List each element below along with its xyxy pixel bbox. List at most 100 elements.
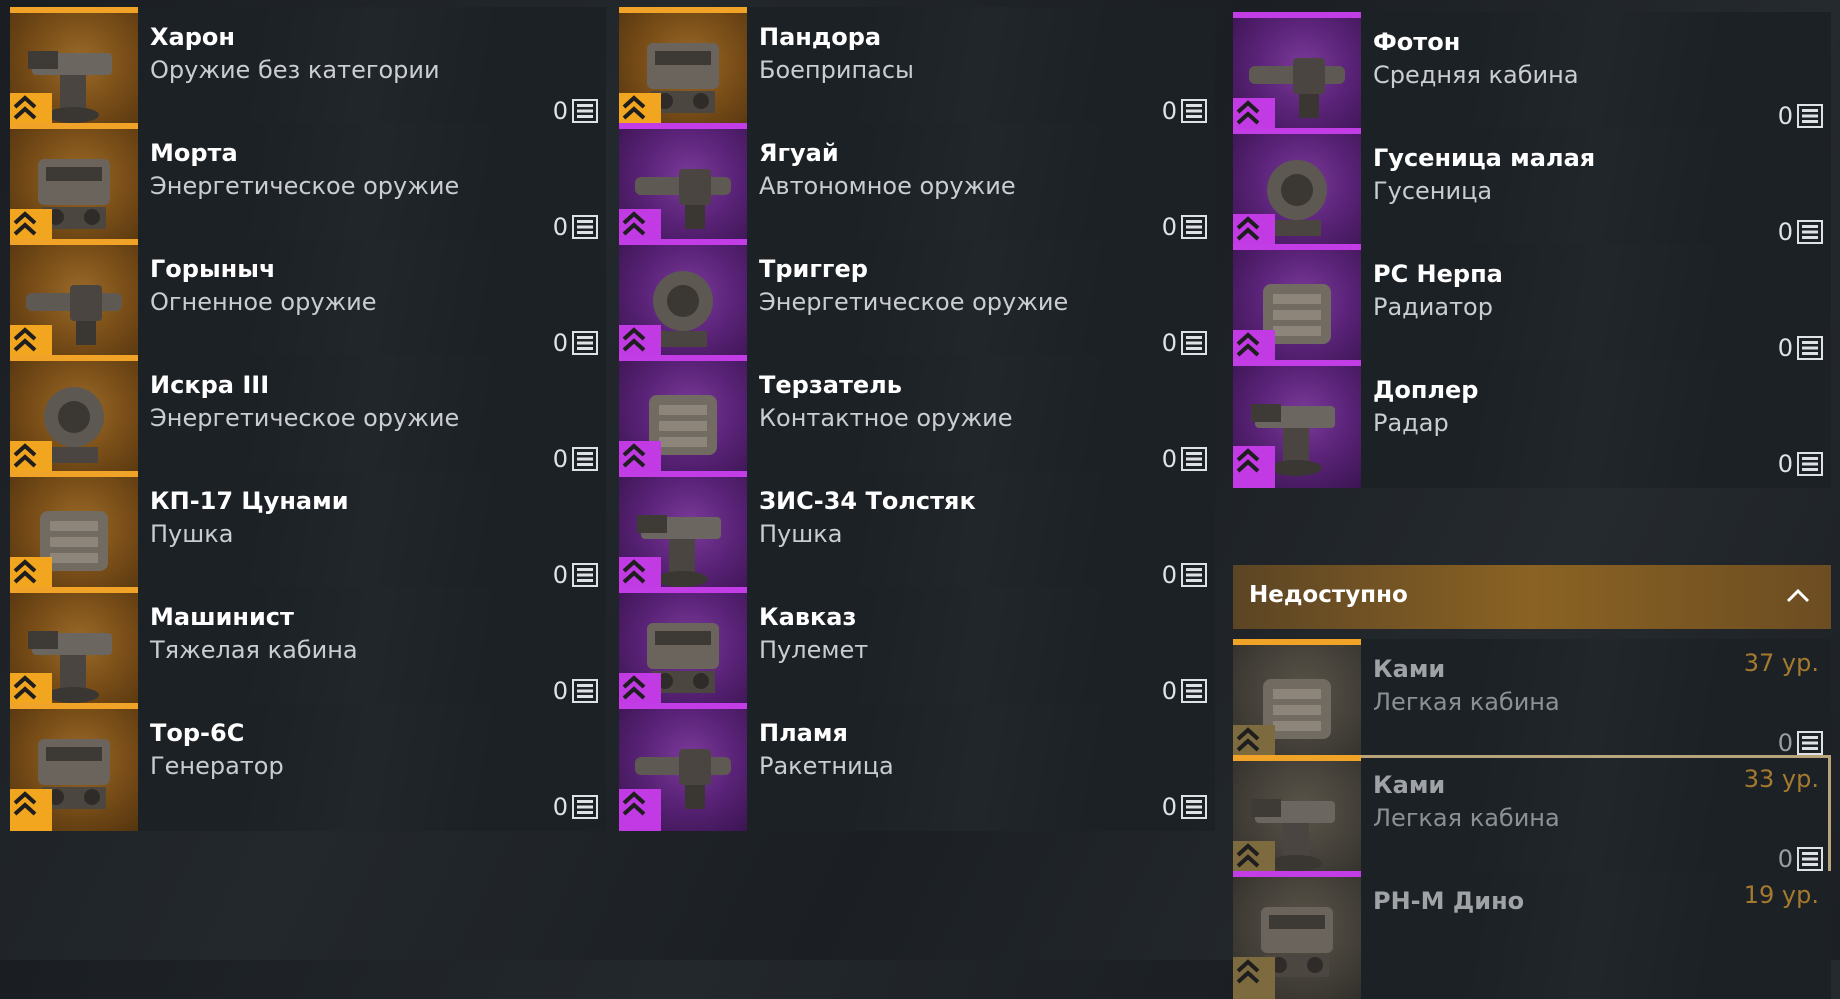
item-thumbnail [619,355,747,483]
list-icon [572,99,598,123]
rarity-badge [1233,957,1275,999]
item-card[interactable]: Ками Легкая кабина 33 ур. 0 [1233,755,1831,883]
item-count: 0 [552,793,568,821]
item-count-group: 0 [1162,97,1207,125]
item-card[interactable]: Машинист Тяжелая кабина 0 [10,587,606,715]
item-name: Искра III [150,371,270,399]
item-card[interactable]: Искра III Энергетическое оружие 0 [10,355,606,483]
item-category: Энергетическое оружие [759,288,1069,316]
item-card[interactable]: Терзатель Контактное оружие 0 [619,355,1215,483]
item-name: РН-М Дино [1373,887,1525,915]
unavailable-section-header[interactable]: Недоступно [1233,565,1831,629]
item-count-group: 0 [1778,334,1823,362]
item-thumbnail [1233,128,1361,256]
item-thumbnail [1233,12,1361,140]
item-category: Энергетическое оружие [150,404,460,432]
list-icon [1181,447,1207,471]
item-card[interactable]: Пандора Боеприпасы 0 [619,7,1215,135]
item-count: 0 [1161,329,1177,357]
item-category: Пушка [759,520,843,548]
item-card[interactable]: Фотон Средняя кабина 0 [1233,12,1831,140]
item-card[interactable]: Гусеница малая Гусеница 0 [1233,128,1831,256]
list-icon [1797,731,1823,755]
item-card[interactable]: Харон Оружие без категории 0 [10,7,606,135]
item-card[interactable]: Пламя Ракетница 0 [619,703,1215,831]
item-card[interactable]: Тор-6С Генератор 0 [10,703,606,831]
list-icon [572,795,598,819]
item-category: Энергетическое оружие [150,172,460,200]
chevron-double-up-icon [622,791,646,816]
required-level: 19 ур. [1743,881,1819,909]
item-thumbnail [619,587,747,715]
item-count: 0 [1777,334,1793,362]
list-icon [1181,99,1207,123]
required-level: 37 ур. [1743,649,1819,677]
chevron-double-up-icon [1236,959,1260,984]
item-category: Гусеница [1373,177,1493,205]
item-card[interactable]: Кавказ Пулемет 0 [619,587,1215,715]
item-card[interactable]: Ками Легкая кабина 37 ур. 0 [1233,639,1831,767]
item-category: Радиатор [1373,293,1493,321]
item-count: 0 [1777,218,1793,246]
chevron-double-up-icon [622,443,646,468]
item-card[interactable]: Триггер Энергетическое оружие 0 [619,239,1215,367]
item-name: Пламя [759,719,848,747]
item-count: 0 [1161,793,1177,821]
item-count-group: 0 [553,329,598,357]
item-card[interactable]: ЗИС-34 Толстяк Пушка 0 [619,471,1215,599]
item-card[interactable]: Ягуай Автономное оружие 0 [619,123,1215,251]
chevron-double-up-icon [13,675,37,700]
item-card[interactable]: РН-М Дино 19 ур. [1233,871,1831,999]
item-name: ЗИС-34 Толстяк [759,487,976,515]
list-icon [572,331,598,355]
item-thumbnail [1233,639,1361,767]
item-category: Боеприпасы [759,56,914,84]
required-level: 33 ур. [1743,765,1819,793]
item-name: Тор-6С [150,719,245,747]
item-card[interactable]: Морта Энергетическое оружие 0 [10,123,606,251]
chevron-double-up-icon [1236,216,1260,241]
item-card[interactable]: РС Нерпа Радиатор 0 [1233,244,1831,372]
item-count: 0 [552,329,568,357]
item-card[interactable]: Горыныч Огненное оружие 0 [10,239,606,367]
item-category: Легкая кабина [1373,688,1560,716]
chevron-double-up-icon [13,211,37,236]
item-card[interactable]: Доплер Радар 0 [1233,360,1831,488]
item-category: Тяжелая кабина [150,636,358,664]
chevron-double-up-icon [13,95,37,120]
item-count: 0 [1161,213,1177,241]
item-count: 0 [552,561,568,589]
item-count-group: 0 [1778,102,1823,130]
list-icon [572,563,598,587]
item-name: Машинист [150,603,294,631]
item-card[interactable]: КП-17 Цунами Пушка 0 [10,471,606,599]
item-name: Гусеница малая [1373,144,1596,172]
chevron-double-up-icon [622,559,646,584]
item-thumbnail [1233,871,1361,999]
chevron-double-up-icon [1236,727,1260,752]
chevron-double-up-icon [622,211,646,236]
rarity-badge [1233,446,1275,488]
item-count-group: 0 [553,561,598,589]
item-count-group: 0 [1162,213,1207,241]
item-count-group: 0 [1162,445,1207,473]
chevron-double-up-icon [1236,448,1260,473]
item-count-group: 0 [1778,729,1823,757]
item-count-group: 0 [553,677,598,705]
item-name: Горыныч [150,255,276,283]
list-icon [1181,331,1207,355]
item-count-group: 0 [1162,677,1207,705]
item-count: 0 [1161,445,1177,473]
item-category: Радар [1373,409,1449,437]
item-name: Ками [1373,655,1446,683]
item-count: 0 [552,445,568,473]
item-thumbnail [1233,244,1361,372]
list-icon [1181,563,1207,587]
item-count: 0 [1777,729,1793,757]
chevron-double-up-icon [13,443,37,468]
item-count-group: 0 [1162,329,1207,357]
rarity-badge [619,789,661,831]
item-thumbnail [619,123,747,251]
item-name: Ками [1373,771,1446,799]
chevron-up-icon[interactable] [1785,585,1811,607]
